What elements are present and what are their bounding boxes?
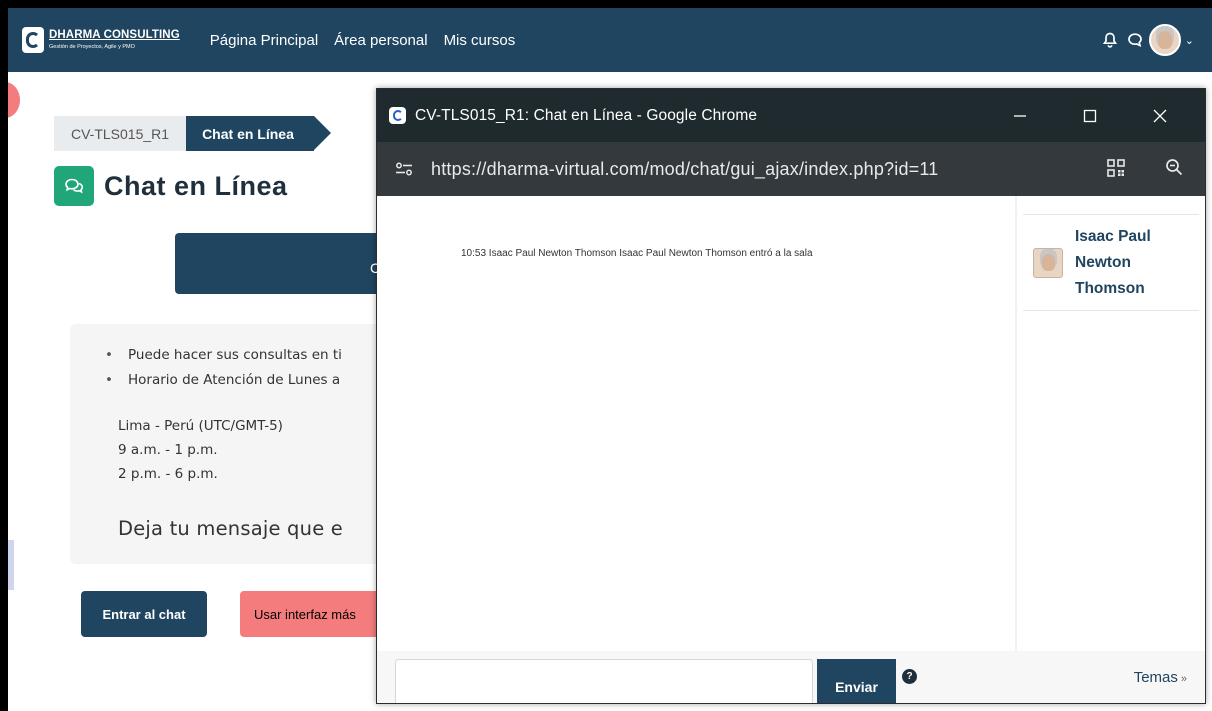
user-list-name: Isaac Paul Newton Thomson	[1075, 227, 1151, 297]
themes-label: Temas	[1133, 669, 1178, 686]
breadcrumb-current: Chat en Línea	[186, 116, 331, 151]
screen-frame-top	[0, 0, 1212, 8]
site-favicon-icon	[389, 107, 406, 124]
send-button[interactable]: Enviar	[817, 659, 896, 703]
banner-text: C	[370, 260, 381, 276]
schedule-afternoon: 2 p.m. - 6 p.m.	[118, 466, 218, 482]
schedule-timezone: Lima - Perú (UTC/GMT-5)	[118, 418, 283, 434]
address-bar: https://dharma-virtual.com/mod/chat/gui_…	[377, 142, 1205, 196]
qr-code-icon[interactable]	[1107, 159, 1125, 182]
leave-message-text: Deja tu mensaje que e	[118, 517, 343, 540]
info-list: Puede hacer sus consultas en ti Horario …	[105, 346, 342, 396]
logo-mark-icon	[22, 27, 44, 53]
user-list-avatar	[1033, 247, 1063, 278]
window-title: CV-TLS015_R1: Chat en Línea - Google Chr…	[415, 106, 758, 124]
window-titlebar[interactable]: CV-TLS015_R1: Chat en Línea - Google Chr…	[377, 89, 1205, 142]
help-icon[interactable]: ?	[902, 669, 917, 684]
info-item: Horario de Atención de Lunes a	[105, 371, 342, 396]
message-composer: Enviar ? Temas»	[377, 651, 1205, 703]
zoom-out-icon[interactable]	[1165, 158, 1183, 181]
messages-pane: 10:53 Isaac Paul Newton Thomson Isaac Pa…	[377, 196, 1015, 651]
message-input[interactable]	[395, 659, 813, 703]
nav-link-my-courses[interactable]: Mis cursos	[444, 32, 516, 49]
sidebar-edge	[8, 540, 14, 590]
maximize-button[interactable]	[1055, 89, 1125, 142]
screen-frame-left	[0, 0, 8, 711]
logo-title: DHARMA CONSULTING	[49, 29, 180, 41]
chat-popup-window: CV-TLS015_R1: Chat en Línea - Google Chr…	[376, 88, 1206, 704]
top-navbar: DHARMA CONSULTING Gestión de Proyectos, …	[8, 8, 1212, 72]
themes-arrow-icon: »	[1180, 673, 1187, 685]
users-list: Isaac Paul Newton Thomson	[1017, 196, 1205, 651]
enter-chat-button[interactable]: Entrar al chat	[81, 591, 207, 637]
info-item: Puede hacer sus consultas en ti	[105, 346, 342, 371]
close-button[interactable]	[1125, 89, 1195, 142]
logo-subtitle: Gestión de Proyectos, Agile y PMO	[49, 43, 135, 50]
chat-activity-icon	[54, 166, 94, 206]
schedule-morning: 9 a.m. - 1 p.m.	[118, 442, 218, 458]
page-header: Chat en Línea	[54, 166, 288, 206]
schedule: Lima - Perú (UTC/GMT-5) 9 a.m. - 1 p.m. …	[118, 417, 283, 489]
site-info-icon[interactable]	[395, 162, 413, 176]
user-list-item[interactable]: Isaac Paul Newton Thomson	[1023, 214, 1199, 311]
url-text[interactable]: https://dharma-virtual.com/mod/chat/gui_…	[431, 159, 938, 180]
site-logo[interactable]: DHARMA CONSULTING Gestión de Proyectos, …	[22, 18, 180, 62]
breadcrumb-course[interactable]: CV-TLS015_R1	[54, 116, 187, 151]
breadcrumb: CV-TLS015_R1 Chat en Línea	[54, 116, 331, 151]
minimize-button[interactable]	[985, 89, 1055, 142]
user-avatar[interactable]	[1148, 24, 1181, 56]
nav-link-home[interactable]: Página Principal	[210, 32, 318, 49]
chat-banner	[175, 233, 395, 294]
chat-message: 10:53 Isaac Paul Newton Thomson Isaac Pa…	[461, 248, 813, 259]
page-title: Chat en Línea	[104, 170, 288, 201]
chevron-down-icon[interactable]: ⌄	[1185, 34, 1194, 47]
nav-link-dashboard[interactable]: Área personal	[334, 32, 427, 49]
bell-icon[interactable]	[1102, 32, 1117, 48]
messages-icon[interactable]	[1127, 32, 1143, 48]
themes-link[interactable]: Temas»	[1134, 669, 1187, 686]
